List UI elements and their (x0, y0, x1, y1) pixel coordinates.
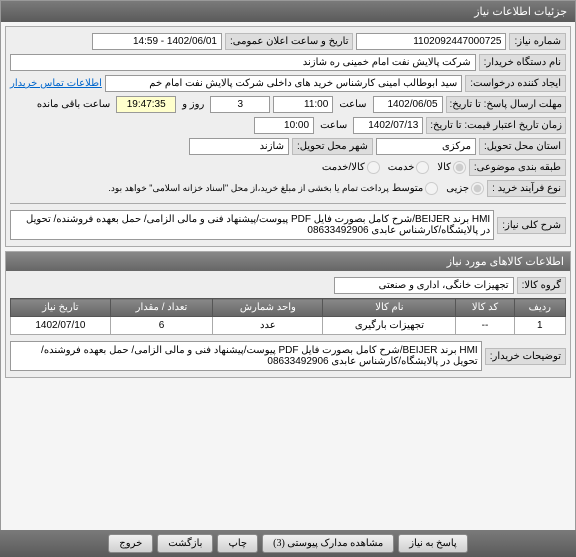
radio-goods (453, 161, 466, 174)
radio-minor (471, 182, 484, 195)
desc-text: HMI برند BEIJER/شرح کامل بصورت فایل PDF … (10, 210, 494, 240)
radio-service-label: خدمت (388, 162, 415, 173)
goods-table: ردیف کد کالا نام کالا واحد شمارش تعداد /… (10, 298, 566, 335)
radio-medium (425, 182, 438, 195)
need-no-field: 1102092447000725 (356, 33, 506, 50)
cell-code: -- (456, 317, 514, 335)
validity-time: 10:00 (254, 117, 314, 134)
goods-group-label: گروه کالا: (517, 277, 566, 294)
buyer-org-label: نام دستگاه خریدار: (479, 54, 566, 71)
time-label-2: ساعت (317, 118, 350, 133)
th-code: کد کالا (456, 299, 514, 317)
radio-minor-label: جزیی (446, 183, 469, 194)
divider (10, 203, 566, 204)
remain-days: 3 (210, 96, 270, 113)
purchase-note: پرداخت تمام یا بخشی از مبلغ خرید،از محل … (108, 183, 388, 194)
delivery-city-label: شهر محل تحویل: (292, 138, 373, 155)
radio-both-label: کالا/خدمت (322, 162, 365, 173)
deadline-label: مهلت ارسال پاسخ: تا تاریخ: (446, 96, 566, 113)
contact-link[interactable]: اطلاعات تماس خریدار (10, 78, 102, 89)
radio-goods-label: کالا (437, 162, 451, 173)
window-title: جزئیات اطلاعات نیاز (1, 1, 575, 22)
remain-day-label: روز و (179, 97, 207, 112)
announce-label: تاریخ و ساعت اعلان عمومی: (225, 33, 354, 50)
cell-date: 1402/07/10 (11, 317, 111, 335)
validity-date: 1402/07/13 (353, 117, 423, 134)
requester-field: سید ابوطالب امینی کارشناس خرید های داخلی… (105, 75, 462, 92)
remain-time: 19:47:35 (116, 96, 176, 113)
buyer-org-field: شرکت پالایش نفت امام خمینی ره شازند (10, 54, 476, 71)
th-unit: واحد شمارش (213, 299, 323, 317)
print-button[interactable]: چاپ (217, 534, 258, 553)
subject-type-group: کالا خدمت کالا/خدمت (322, 161, 466, 174)
bottom-bar: پاسخ به نیاز مشاهده مدارک پیوستی (3) چاپ… (0, 530, 576, 557)
attachments-button[interactable]: مشاهده مدارک پیوستی (3) (262, 534, 394, 553)
buyer-notes: HMI برند BEIJER/شرح کامل بصورت فایل PDF … (10, 341, 482, 371)
window: جزئیات اطلاعات نیاز شماره نیاز: 11020924… (0, 0, 576, 557)
respond-button[interactable]: پاسخ به نیاز (398, 534, 468, 553)
delivery-city: شازند (189, 138, 289, 155)
back-button[interactable]: بازگشت (157, 534, 213, 553)
exit-button[interactable]: خروج (108, 534, 153, 553)
radio-both (367, 161, 380, 174)
th-qty: تعداد / مقدار (110, 299, 213, 317)
table-row[interactable]: 1 -- تجهیزات بارگیری عدد 6 1402/07/10 (11, 317, 566, 335)
goods-section: اطلاعات کالاهای مورد نیاز گروه کالا: تجه… (5, 251, 571, 378)
goods-group: تجهیزات خانگی، اداری و صنعتی (334, 277, 514, 294)
delivery-state-label: استان محل تحویل: (479, 138, 566, 155)
table-header-row: ردیف کد کالا نام کالا واحد شمارش تعداد /… (11, 299, 566, 317)
deadline-time: 11:00 (273, 96, 333, 113)
cell-row: 1 (514, 317, 565, 335)
th-date: تاریخ نیاز (11, 299, 111, 317)
th-row: ردیف (514, 299, 565, 317)
validity-label: زمان تاریخ اعتبار قیمت: تا تاریخ: (426, 117, 566, 134)
radio-medium-label: متوسط (392, 183, 423, 194)
desc-label: شرح کلی نیاز: (497, 217, 566, 234)
requester-label: ایجاد کننده درخواست: (465, 75, 566, 92)
th-name: نام کالا (323, 299, 456, 317)
need-no-label: شماره نیاز: (509, 33, 566, 50)
deadline-date: 1402/06/05 (373, 96, 443, 113)
cell-name: تجهیزات بارگیری (323, 317, 456, 335)
purchase-type-label: نوع فرآیند خرید : (487, 180, 566, 197)
delivery-state: مرکزی (376, 138, 476, 155)
goods-section-header: اطلاعات کالاهای مورد نیاز (6, 252, 570, 271)
time-label-1: ساعت (336, 97, 369, 112)
subject-type-label: طبقه بندی موضوعی: (469, 159, 566, 176)
purchase-type-group: جزیی متوسط (392, 182, 484, 195)
radio-service (416, 161, 429, 174)
announce-field: 1402/06/01 - 14:59 (92, 33, 222, 50)
cell-qty: 6 (110, 317, 213, 335)
cell-unit: عدد (213, 317, 323, 335)
buyer-notes-label: توضیحات خریدار: (485, 348, 566, 365)
details-section: شماره نیاز: 1102092447000725 تاریخ و ساع… (5, 26, 571, 247)
remain-suffix: ساعت باقی مانده (34, 97, 113, 112)
